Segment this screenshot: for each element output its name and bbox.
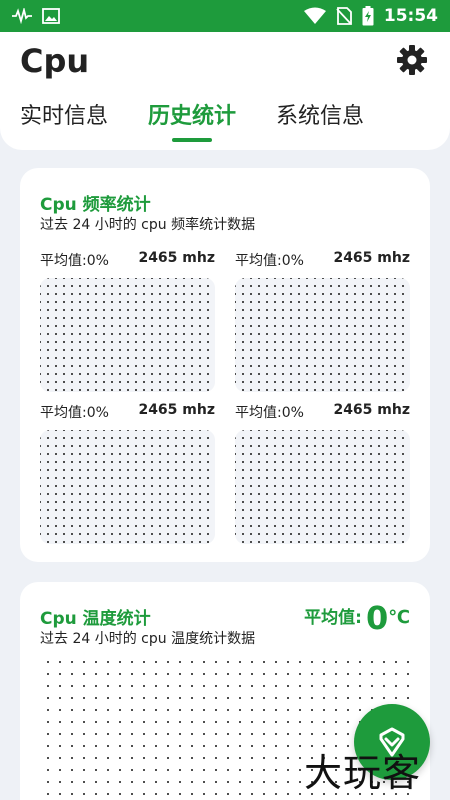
average-label: 平均值:0% xyxy=(40,253,109,269)
frequency-plot xyxy=(235,278,410,392)
frequency-card-title: Cpu 频率统计 xyxy=(40,195,151,215)
app-header: Cpu 实时信息 历史统计 系统信息 xyxy=(0,32,450,150)
tab-bar: 实时信息 历史统计 系统信息 xyxy=(20,98,404,142)
tab-history[interactable]: 历史统计 xyxy=(148,98,236,142)
frequency-chart-3: 平均值:0% 2465 mhz xyxy=(40,402,215,544)
frequency-chart-1: 平均值:0% 2465 mhz xyxy=(40,250,215,392)
watermark: 大玩客 xyxy=(304,751,422,795)
temperature-unit: ℃ xyxy=(388,607,410,628)
frequency-value: 2465 mhz xyxy=(138,250,215,266)
page-title: Cpu xyxy=(20,42,90,80)
frequency-value: 2465 mhz xyxy=(333,250,410,266)
frequency-plot xyxy=(40,278,215,392)
temperature-average-label: 平均值: xyxy=(304,608,362,628)
frequency-value: 2465 mhz xyxy=(138,402,215,418)
status-bar: 15:54 xyxy=(0,0,450,32)
average-label: 平均值:0% xyxy=(40,405,109,421)
frequency-chart-4: 平均值:0% 2465 mhz xyxy=(235,402,410,544)
frequency-plot xyxy=(40,430,215,544)
temperature-average: 平均值: 0 ℃ xyxy=(304,602,410,634)
frequency-card-subtitle: 过去 24 小时的 cpu 频率统计数据 xyxy=(40,217,256,233)
tab-indicator xyxy=(172,138,213,142)
frequency-chart-2: 平均值:0% 2465 mhz xyxy=(235,250,410,392)
temperature-average-value: 0 xyxy=(365,599,389,637)
average-label: 平均值:0% xyxy=(235,405,304,421)
tab-realtime[interactable]: 实时信息 xyxy=(20,98,108,142)
wifi-icon xyxy=(303,7,326,25)
frequency-value: 2465 mhz xyxy=(333,402,410,418)
average-label: 平均值:0% xyxy=(235,253,304,269)
gear-icon xyxy=(397,45,427,75)
battery-charging-icon xyxy=(362,6,374,26)
image-icon xyxy=(42,8,60,24)
settings-button[interactable] xyxy=(396,44,428,76)
temperature-card-title: Cpu 温度统计 xyxy=(40,609,151,629)
temperature-card-subtitle: 过去 24 小时的 cpu 温度统计数据 xyxy=(40,631,256,647)
pulse-icon xyxy=(12,8,32,24)
status-time: 15:54 xyxy=(383,6,438,26)
frequency-plot xyxy=(235,430,410,544)
cpu-frequency-card: Cpu 频率统计 过去 24 小时的 cpu 频率统计数据 平均值:0% 2465… xyxy=(20,168,430,562)
no-sim-icon xyxy=(336,7,352,25)
tab-system-info[interactable]: 系统信息 xyxy=(276,98,364,142)
